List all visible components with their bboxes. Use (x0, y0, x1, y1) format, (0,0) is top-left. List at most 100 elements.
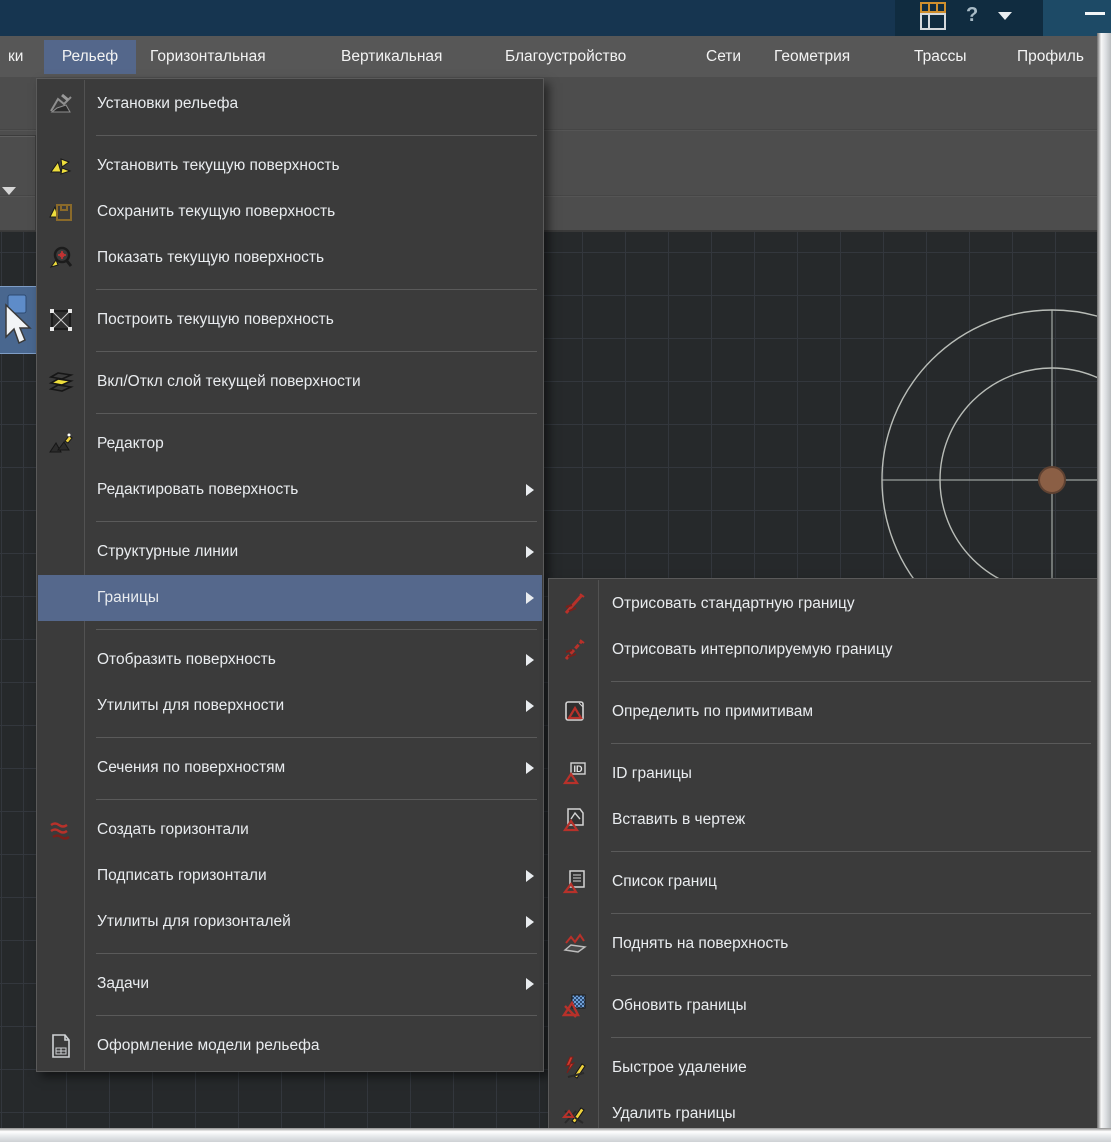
menu-item-label: Установки рельефа (97, 95, 238, 112)
menubar-item-2[interactable]: Рельеф (44, 40, 136, 74)
menu-item-label: Вставить в чертеж (612, 811, 745, 828)
menu-item-label: Задачи (97, 975, 149, 992)
menu-item-5[interactable]: Вставить в чертеж (550, 797, 1096, 843)
save-current-surface-icon (48, 199, 74, 225)
menu-item-label: Список границ (612, 873, 717, 890)
boundaries-submenu: Отрисовать стандартную границуОтрисовать… (548, 578, 1098, 1130)
menu-item-9[interactable]: Быстрое удаление (550, 1045, 1096, 1091)
menu-item-2[interactable]: Установить текущую поверхность (38, 143, 542, 189)
menu-item-7[interactable]: Редактор (38, 421, 542, 467)
menu-separator (96, 351, 537, 352)
menu-separator (96, 521, 537, 522)
boundary-id-icon: ID (562, 761, 588, 787)
menu-separator (611, 975, 1091, 976)
menu-separator (96, 737, 537, 738)
menu-item-3[interactable]: Сохранить текущую поверхность (38, 189, 542, 235)
cursor-select-icon (0, 287, 34, 351)
menu-item-9[interactable]: Структурные линии (38, 529, 542, 575)
menu-item-14[interactable]: Создать горизонтали (38, 807, 542, 853)
minimize-icon[interactable] (1085, 12, 1105, 15)
menubar-item-6[interactable]: Сети (706, 36, 741, 77)
menubar-item-7[interactable]: Геометрия (774, 36, 850, 77)
submenu-arrow-icon (526, 762, 534, 774)
window-edge-right (1097, 33, 1111, 1142)
menu-item-label: Создать горизонтали (97, 821, 249, 838)
menu-bar: ки Рельеф Горизонтальная Вертикальная Благоу… (0, 36, 1111, 77)
menu-item-label: Отобразить поверхность (97, 651, 276, 668)
menu-item-12[interactable]: Утилиты для поверхности (38, 683, 542, 729)
submenu-arrow-icon (526, 700, 534, 712)
menu-item-6[interactable]: Список границ (550, 859, 1096, 905)
update-boundaries-icon (562, 993, 588, 1019)
submenu-arrow-icon (526, 654, 534, 666)
draw-standard-boundary-icon (562, 591, 588, 617)
menu-item-8[interactable]: Редактировать поверхность (38, 467, 542, 513)
raise-to-surface-icon (562, 931, 588, 957)
menu-separator (611, 913, 1091, 914)
quick-delete-icon (562, 1055, 588, 1081)
window-edge-bottom (0, 1128, 1111, 1142)
menu-item-16[interactable]: Утилиты для горизонталей (38, 899, 542, 945)
menu-item-18[interactable]: Оформление модели рельефа (38, 1023, 542, 1069)
surface-editor-icon (48, 431, 74, 457)
menu-item-6[interactable]: Вкл/Откл слой текущей поверхности (38, 359, 542, 405)
menu-item-15[interactable]: Подписать горизонтали (38, 853, 542, 899)
menubar-item-3[interactable]: Горизонтальная (150, 36, 266, 77)
menu-item-label: Вкл/Откл слой текущей поверхности (97, 373, 361, 390)
menu-item-8[interactable]: Обновить границы (550, 983, 1096, 1029)
submenu-arrow-icon (526, 546, 534, 558)
menu-item-11[interactable]: Отобразить поверхность (38, 637, 542, 683)
menu-separator (96, 289, 537, 290)
menu-separator (611, 681, 1091, 682)
menu-item-label: Сечения по поверхностям (97, 759, 285, 776)
combobox-caret-icon[interactable] (2, 187, 16, 195)
set-current-surface-icon (48, 153, 74, 179)
menu-item-label: Структурные линии (97, 543, 238, 560)
menu-item-7[interactable]: Поднять на поверхность (550, 921, 1096, 967)
menu-separator (96, 1015, 537, 1016)
menu-item-3[interactable]: Определить по примитивам (550, 689, 1096, 735)
show-current-surface-icon (48, 245, 74, 271)
submenu-arrow-icon (526, 484, 534, 496)
menu-item-label: Утилиты для поверхности (97, 697, 284, 714)
menu-item-17[interactable]: Задачи (38, 961, 542, 1007)
menu-item-label: Быстрое удаление (612, 1059, 747, 1076)
insert-into-drawing-icon (562, 807, 588, 833)
delete-boundaries-icon (562, 1101, 588, 1127)
menu-item-label: Сохранить текущую поверхность (97, 203, 335, 220)
help-icon[interactable]: ? (966, 4, 978, 27)
menubar-item-5[interactable]: Благоустройство (505, 36, 626, 77)
define-by-primitives-icon (562, 699, 588, 725)
menu-item-label: Удалить границы (612, 1105, 736, 1122)
menu-item-1[interactable]: Отрисовать стандартную границу (550, 581, 1096, 627)
menu-item-5[interactable]: Построить текущую поверхность (38, 297, 542, 343)
menu-item-2[interactable]: Отрисовать интерполируемую границу (550, 627, 1096, 673)
menubar-item-9[interactable]: Профиль (1017, 36, 1084, 77)
window-layout-icon[interactable] (918, 2, 948, 32)
select-tool-button[interactable] (0, 286, 38, 354)
menu-item-4[interactable]: ID границы (550, 751, 1096, 797)
menubar-item-1[interactable]: ки (8, 36, 23, 77)
menu-item-1[interactable]: Установки рельефа (38, 81, 542, 127)
build-current-surface-icon (48, 307, 74, 333)
menu-item-label: Определить по примитивам (612, 703, 813, 720)
terrain-model-layout-icon (48, 1033, 74, 1059)
menubar-item-8[interactable]: Трассы (914, 36, 966, 77)
menu-separator (611, 1037, 1091, 1038)
menubar-item-4[interactable]: Вертикальная (341, 36, 442, 77)
layer-combobox[interactable] (0, 135, 36, 231)
menu-item-13[interactable]: Сечения по поверхностям (38, 745, 542, 791)
menu-separator (96, 953, 537, 954)
dropdown-caret-icon[interactable] (998, 12, 1012, 20)
submenu-arrow-icon (526, 592, 534, 604)
menu-item-10[interactable]: Границы (38, 575, 542, 621)
menu-separator (611, 851, 1091, 852)
menu-item-4[interactable]: Показать текущую поверхность (38, 235, 542, 281)
grip-point (1039, 467, 1065, 493)
titlebar-right-zone (1043, 0, 1111, 36)
menu-item-label: Границы (97, 589, 159, 606)
menu-item-label: Редактор (97, 435, 164, 452)
submenu-arrow-icon (526, 916, 534, 928)
menu-item-10[interactable]: Удалить границы (550, 1091, 1096, 1130)
submenu-arrow-icon (526, 870, 534, 882)
